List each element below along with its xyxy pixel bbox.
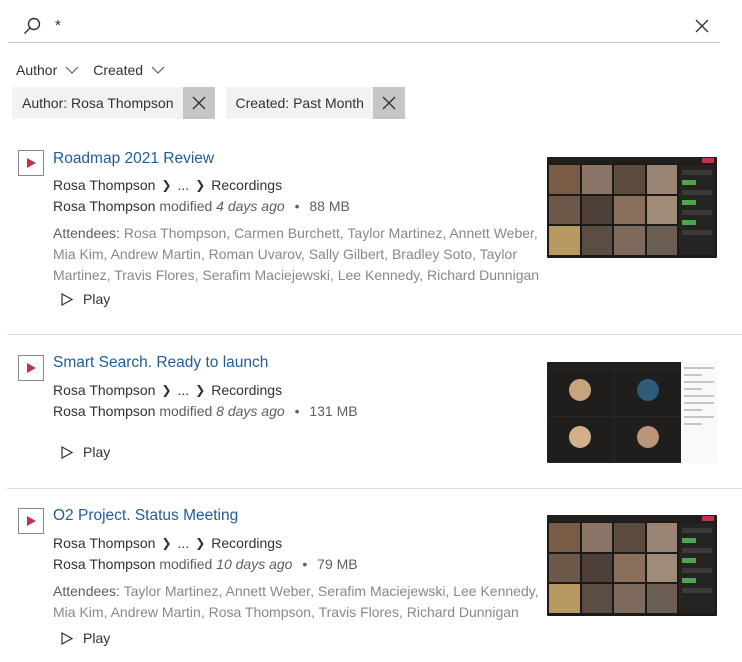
- close-icon[interactable]: [694, 18, 710, 34]
- path-folder[interactable]: Recordings: [211, 535, 282, 551]
- modified-verb: modified: [159, 556, 213, 572]
- path-owner[interactable]: Rosa Thompson: [53, 535, 155, 551]
- chevron-right-icon: ❯: [161, 178, 172, 192]
- attendees-label: Attendees:: [53, 225, 120, 241]
- video-file-icon: [18, 355, 44, 381]
- chevron-right-icon: ❯: [195, 536, 206, 550]
- breadcrumb: Rosa Thompson ❯ ... ❯ Recordings: [53, 535, 282, 551]
- chevron-right-icon: ❯: [161, 383, 172, 397]
- modified-author: Rosa Thompson: [53, 556, 156, 572]
- breadcrumb: Rosa Thompson ❯ ... ❯ Recordings: [53, 382, 282, 398]
- filter-bar: Author Created: [16, 62, 179, 78]
- play-button[interactable]: Play: [61, 291, 110, 307]
- video-thumbnail[interactable]: [547, 515, 717, 616]
- pill-label: Created: Past Month: [235, 95, 364, 111]
- remove-created-filter-button[interactable]: [372, 87, 405, 119]
- attendees: Attendees: Taylor Martinez, Annett Weber…: [53, 581, 543, 623]
- result-title[interactable]: O2 Project. Status Meeting: [53, 507, 238, 525]
- pill-label: Author: Rosa Thompson: [22, 95, 174, 111]
- divider: [7, 334, 742, 335]
- modified-verb: modified: [159, 198, 213, 214]
- play-icon: [61, 631, 73, 645]
- modified-author: Rosa Thompson: [53, 403, 156, 419]
- modified-ago: 4 days ago: [216, 198, 285, 214]
- play-icon: [61, 445, 73, 459]
- video-file-icon: [18, 150, 44, 176]
- modified-info: Rosa Thompson modified 10 days ago • 79 …: [53, 556, 358, 572]
- attendees-label: Attendees:: [53, 583, 120, 599]
- author-filter-pill: Author: Rosa Thompson: [12, 87, 215, 119]
- close-icon: [382, 96, 396, 110]
- play-button[interactable]: Play: [61, 630, 110, 646]
- file-size: 131 MB: [309, 403, 358, 419]
- file-size: 79 MB: [317, 556, 358, 572]
- path-folder[interactable]: Recordings: [211, 382, 282, 398]
- video-file-icon: [18, 508, 44, 534]
- search-bar[interactable]: *: [8, 8, 720, 43]
- separator-dot: •: [294, 403, 300, 419]
- path-ellipsis[interactable]: ...: [178, 382, 190, 398]
- close-icon: [192, 96, 205, 110]
- modified-author: Rosa Thompson: [53, 198, 156, 214]
- attendees-list: Rosa Thompson, Carmen Burchett, Taylor M…: [53, 225, 540, 283]
- separator-dot: •: [294, 198, 300, 214]
- created-filter-dropdown[interactable]: Created: [93, 62, 165, 78]
- remove-author-filter-button[interactable]: [182, 87, 215, 119]
- video-thumbnail[interactable]: [547, 157, 717, 258]
- attendees-list: Taylor Martinez, Annett Weber, Serafim M…: [53, 583, 539, 620]
- play-label: Play: [83, 630, 111, 646]
- divider: [7, 488, 742, 489]
- play-label: Play: [83, 444, 111, 460]
- attendees: Attendees: Rosa Thompson, Carmen Burchet…: [53, 223, 543, 286]
- breadcrumb: Rosa Thompson ❯ ... ❯ Recordings: [53, 177, 282, 193]
- created-filter-pill: Created: Past Month: [225, 87, 405, 119]
- active-filters: Author: Rosa Thompson Created: Past Mont…: [12, 87, 416, 119]
- search-icon: [24, 17, 41, 34]
- play-label: Play: [83, 291, 111, 307]
- path-ellipsis[interactable]: ...: [178, 177, 190, 193]
- modified-info: Rosa Thompson modified 4 days ago • 88 M…: [53, 198, 350, 214]
- separator-dot: •: [302, 556, 308, 572]
- author-filter-label: Author: [16, 62, 58, 78]
- path-ellipsis[interactable]: ...: [178, 535, 190, 551]
- modified-ago: 8 days ago: [216, 403, 285, 419]
- modified-ago: 10 days ago: [216, 556, 293, 572]
- play-icon: [61, 292, 73, 306]
- chevron-right-icon: ❯: [195, 383, 206, 397]
- modified-info: Rosa Thompson modified 8 days ago • 131 …: [53, 403, 358, 419]
- play-button[interactable]: Play: [61, 444, 110, 460]
- file-size: 88 MB: [309, 198, 350, 214]
- modified-verb: modified: [159, 403, 213, 419]
- path-owner[interactable]: Rosa Thompson: [53, 382, 155, 398]
- path-owner[interactable]: Rosa Thompson: [53, 177, 155, 193]
- author-filter-dropdown[interactable]: Author: [16, 62, 79, 78]
- chevron-down-icon: [65, 66, 79, 74]
- video-thumbnail[interactable]: [547, 362, 717, 463]
- result-title[interactable]: Smart Search. Ready to launch: [53, 354, 268, 372]
- chevron-right-icon: ❯: [195, 178, 206, 192]
- path-folder[interactable]: Recordings: [211, 177, 282, 193]
- chevron-down-icon: [151, 66, 165, 74]
- chevron-right-icon: ❯: [161, 536, 172, 550]
- created-filter-label: Created: [93, 62, 144, 78]
- result-title[interactable]: Roadmap 2021 Review: [53, 150, 214, 168]
- search-input[interactable]: *: [55, 17, 61, 34]
